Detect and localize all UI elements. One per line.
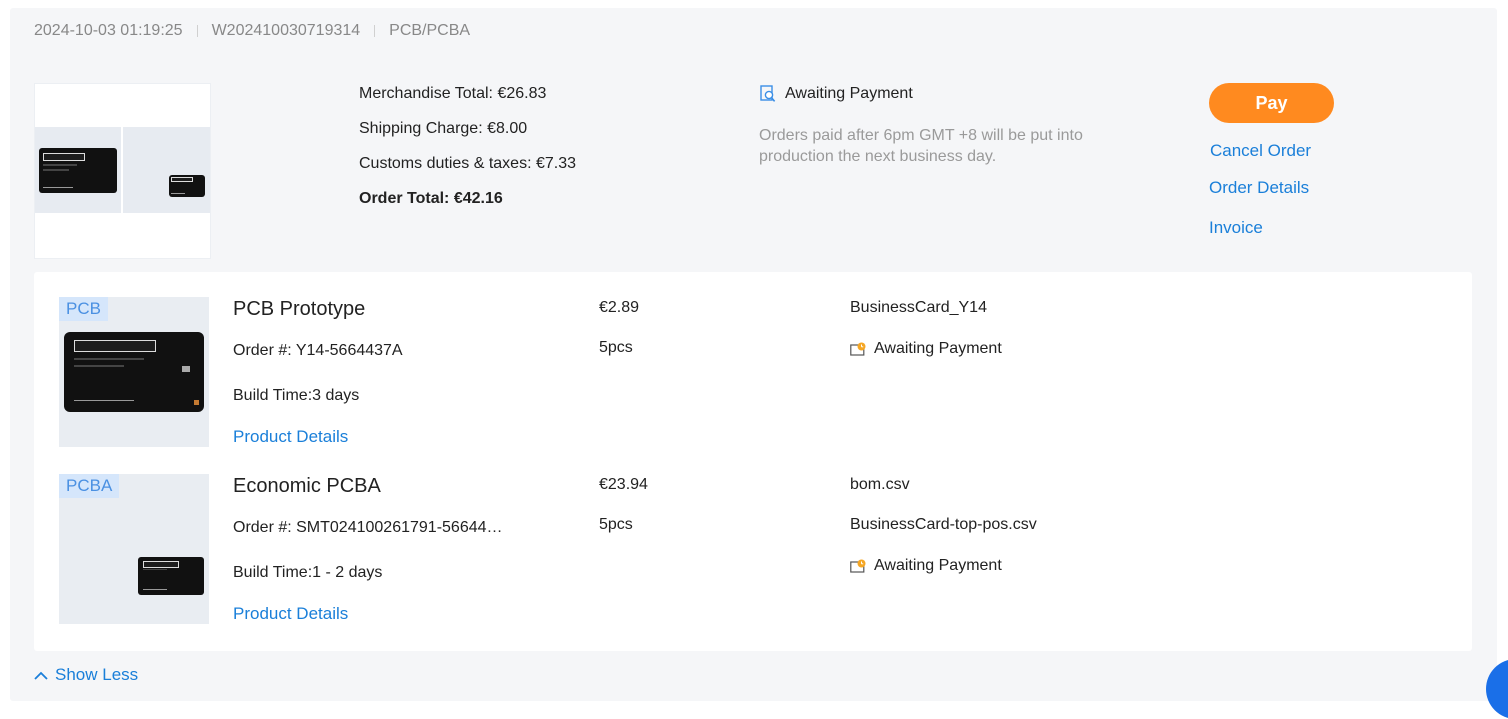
item-status: Awaiting Payment xyxy=(850,340,1002,358)
pcba-card-image xyxy=(169,175,205,197)
order-datetime: 2024-10-03 01:19:25 xyxy=(34,22,183,39)
item-build-time: Build Time:1 - 2 days xyxy=(233,564,383,581)
item-status-label: Awaiting Payment xyxy=(874,557,1002,574)
item-title: Economic PCBA xyxy=(233,475,381,497)
item-quantity: 5pcs xyxy=(599,339,633,356)
production-note: Orders paid after 6pm GMT +8 will be put… xyxy=(759,127,1083,165)
order-card: 2024-10-03 01:19:25 W202410030719314 PCB… xyxy=(10,8,1497,701)
order-details-link[interactable]: Order Details xyxy=(1209,178,1309,198)
item-quantity: 5pcs xyxy=(599,516,633,533)
divider xyxy=(196,25,198,37)
product-details-link[interactable]: Product Details xyxy=(233,604,348,624)
order-status-label: Awaiting Payment xyxy=(785,85,913,102)
merchandise-total: Merchandise Total: €26.83 xyxy=(359,85,547,102)
item-order-number: Order #: SMT024100261791-56644… xyxy=(233,519,503,536)
item-tag: PCB xyxy=(59,297,108,321)
wallet-clock-icon xyxy=(850,559,866,573)
item-file: BusinessCard_Y14 xyxy=(850,299,987,316)
pcba-card-image xyxy=(138,557,204,595)
item-title: PCB Prototype xyxy=(233,298,366,320)
customs-taxes: Customs duties & taxes: €7.33 xyxy=(359,155,576,172)
shipping-charge: Shipping Charge: €8.00 xyxy=(359,120,528,137)
cancel-order-link[interactable]: Cancel Order xyxy=(1210,141,1311,161)
pay-button[interactable]: Pay xyxy=(1209,83,1334,123)
search-doc-icon xyxy=(760,85,776,103)
product-details-link[interactable]: Product Details xyxy=(233,427,348,447)
chevron-up-icon xyxy=(34,665,48,685)
item-file: BusinessCard-top-pos.csv xyxy=(850,516,1037,533)
wallet-clock-icon xyxy=(850,342,866,356)
item-price: €23.94 xyxy=(599,476,648,493)
divider xyxy=(374,25,376,37)
item-file: bom.csv xyxy=(850,476,910,493)
item-price: €2.89 xyxy=(599,299,640,316)
item-tag: PCBA xyxy=(59,474,120,498)
order-total: Order Total: €42.16 xyxy=(359,190,503,207)
show-less-label: Show Less xyxy=(55,665,139,684)
order-status: Awaiting Payment xyxy=(760,85,913,103)
item-build-time: Build Time:3 days xyxy=(233,387,360,404)
pcb-card-image xyxy=(39,148,117,193)
order-thumbnail[interactable] xyxy=(34,83,211,259)
item-status: Awaiting Payment xyxy=(850,557,1002,575)
invoice-link[interactable]: Invoice xyxy=(1209,218,1263,238)
thumbnail-tile-pcb xyxy=(35,127,121,213)
item-image-pcb[interactable]: PCB xyxy=(59,297,209,447)
order-items: PCB PCB Prototype Order #: Y14-5664437A … xyxy=(34,272,1472,651)
order-header: 2024-10-03 01:19:25 W202410030719314 PCB… xyxy=(34,22,470,40)
pcb-card-image xyxy=(64,332,204,412)
order-number[interactable]: W202410030719314 xyxy=(212,22,361,40)
thumbnail-tile-pcba xyxy=(123,127,210,213)
show-less-toggle[interactable]: Show Less xyxy=(34,665,138,685)
item-status-label: Awaiting Payment xyxy=(874,340,1002,357)
item-order-number: Order #: Y14-5664437A xyxy=(233,342,403,359)
order-category: PCB/PCBA xyxy=(389,22,471,39)
item-image-pcba[interactable]: PCBA xyxy=(59,474,209,624)
